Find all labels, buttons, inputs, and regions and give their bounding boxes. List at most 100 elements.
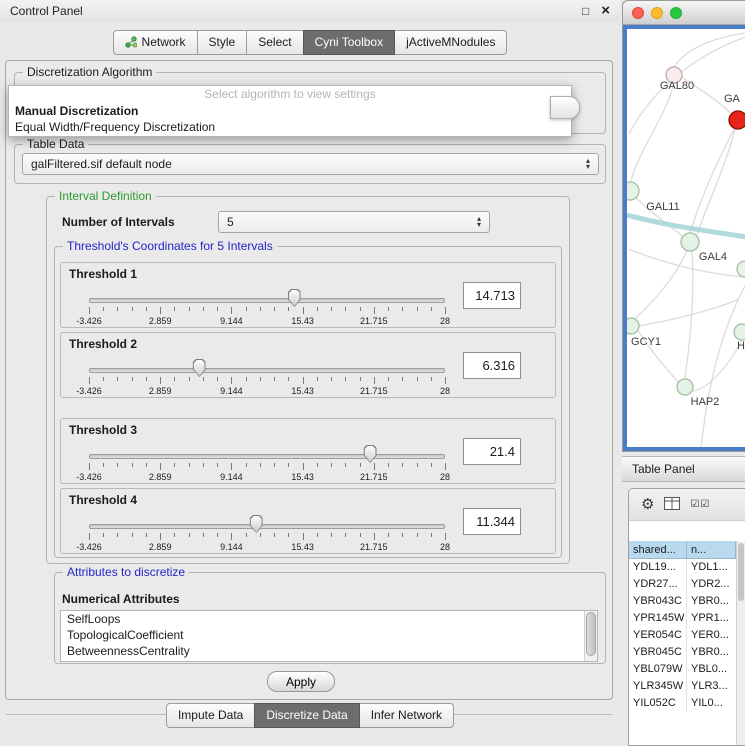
threshold-value-field[interactable]: 6.316 xyxy=(463,352,521,379)
close-icon[interactable]: × xyxy=(601,5,610,17)
slider-handle[interactable] xyxy=(193,359,206,377)
minimize-traffic-light-icon[interactable] xyxy=(651,7,663,19)
threshold-slider[interactable]: -3.4262.8599.14415.4321.71528 xyxy=(89,287,445,327)
network-node[interactable] xyxy=(737,261,745,277)
slider-handle[interactable] xyxy=(250,515,263,533)
table-row[interactable]: YER054CYER0... xyxy=(629,627,736,644)
slider-scale-label: -3.426 xyxy=(76,472,102,482)
numerical-attributes-list[interactable]: SelfLoopsTopologicalCoefficientBetweenne… xyxy=(60,610,598,662)
algorithm-combobox[interactable] xyxy=(550,96,580,119)
tick-mark xyxy=(317,377,318,381)
network-node[interactable] xyxy=(681,233,699,251)
network-edge[interactable] xyxy=(629,249,745,277)
threshold-label: Threshold 2 xyxy=(69,337,137,351)
tick-mark xyxy=(146,463,147,467)
close-traffic-light-icon[interactable] xyxy=(632,7,644,19)
slider-scale-label: 15.43 xyxy=(291,386,314,396)
threshold-value-field[interactable]: 21.4 xyxy=(463,438,521,465)
tick-mark xyxy=(388,377,389,381)
tick-mark xyxy=(217,377,218,381)
threshold-slider[interactable]: -3.4262.8599.14415.4321.71528 xyxy=(89,443,445,483)
tick-mark xyxy=(345,377,346,381)
tick-mark xyxy=(246,377,247,381)
tab-network[interactable]: Network xyxy=(113,30,198,55)
tab-style[interactable]: Style xyxy=(197,30,248,55)
slider-handle[interactable] xyxy=(288,289,301,307)
network-icon xyxy=(125,36,137,48)
network-edge[interactable] xyxy=(693,340,742,391)
table-row[interactable]: YPR145WYPR1... xyxy=(629,610,736,627)
network-window: GAL80GAGAL11GAL4GCY1HAP2H xyxy=(622,0,745,452)
checkbox-icons[interactable]: ☑☑ xyxy=(690,499,710,510)
table-scrollbar[interactable] xyxy=(736,541,745,745)
dropdown-option-equal-width-frequency[interactable]: Equal Width/Frequency Discretization xyxy=(9,119,571,135)
column-header-shared-name[interactable]: shared... xyxy=(629,541,687,559)
table-row[interactable]: YLR345WYLR3... xyxy=(629,678,736,695)
tab-discretize-data[interactable]: Discretize Data xyxy=(254,703,359,728)
zoom-traffic-light-icon[interactable] xyxy=(670,7,682,19)
node-label: H xyxy=(737,340,745,352)
interval-count-spinner[interactable]: 5 ▴▾ xyxy=(218,211,490,233)
float-window-icon[interactable]: □ xyxy=(582,4,589,18)
network-node[interactable] xyxy=(734,324,745,340)
threshold-value-field[interactable]: 14.713 xyxy=(463,282,521,309)
slider-handle[interactable] xyxy=(364,445,377,463)
tab-select[interactable]: Select xyxy=(246,30,303,55)
table-row[interactable]: YBL079WYBL0... xyxy=(629,661,736,678)
attribute-item[interactable]: SelfLoops xyxy=(61,611,597,627)
table-cell: YBR0... xyxy=(687,593,736,610)
gear-icon[interactable]: ⚙ xyxy=(641,497,654,512)
tab-impute-data[interactable]: Impute Data xyxy=(166,703,255,728)
table-row[interactable]: YDR27...YDR2... xyxy=(629,576,736,593)
dropdown-option-manual-discretization[interactable]: Manual Discretization xyxy=(9,103,571,119)
tab-jactivemnodules[interactable]: jActiveMNodules xyxy=(394,30,507,55)
tab-cyni-toolbox[interactable]: Cyni Toolbox xyxy=(303,30,395,55)
numerical-attributes-label: Numerical Attributes xyxy=(62,592,180,606)
bottom-tab-bar: Impute Data Discretize Data Infer Network xyxy=(0,703,620,728)
network-node[interactable] xyxy=(627,182,639,200)
attributes-scrollbar[interactable] xyxy=(584,611,597,661)
attribute-item[interactable]: TopologicalCoefficient xyxy=(61,627,597,643)
network-node[interactable] xyxy=(729,111,745,129)
tick-mark xyxy=(417,463,418,467)
network-edge[interactable] xyxy=(631,83,674,181)
network-edge[interactable] xyxy=(701,284,745,447)
table-data-combobox[interactable]: galFiltered.sif default node ▴▾ xyxy=(22,153,599,175)
tab-label: Style xyxy=(209,35,236,49)
table-panel-header[interactable]: Table Panel xyxy=(622,456,745,482)
interval-count-value: 5 xyxy=(227,215,477,229)
table-row[interactable]: YBR045CYBR0... xyxy=(629,644,736,661)
tick-mark xyxy=(189,533,190,537)
table-panel-window: ⚙ ☑☑ shared...n...YDL19...YDL1...YDR27..… xyxy=(628,488,745,746)
table-row[interactable]: YIL052CYIL0... xyxy=(629,695,736,712)
slider-scale-label: 2.859 xyxy=(149,316,172,326)
scrollbar-thumb[interactable] xyxy=(738,543,744,601)
apply-button[interactable]: Apply xyxy=(267,671,335,692)
threshold-slider[interactable]: -3.4262.8599.14415.4321.71528 xyxy=(89,513,445,553)
tab-infer-network[interactable]: Infer Network xyxy=(359,703,454,728)
network-node[interactable] xyxy=(677,379,693,395)
network-edge[interactable] xyxy=(697,129,735,235)
attribute-item[interactable]: BetweennessCentrality xyxy=(61,643,597,659)
network-edge[interactable] xyxy=(690,127,735,233)
column-header-name[interactable]: n... xyxy=(687,541,736,559)
network-edge[interactable] xyxy=(674,33,745,67)
tick-mark xyxy=(417,377,418,381)
tick-mark xyxy=(274,307,275,311)
threshold-slider[interactable]: -3.4262.8599.14415.4321.71528 xyxy=(89,357,445,397)
network-view[interactable]: GAL80GAGAL11GAL4GCY1HAP2H xyxy=(627,29,745,447)
columns-icon[interactable] xyxy=(664,497,680,513)
network-edge[interactable] xyxy=(639,299,739,326)
tick-mark xyxy=(117,463,118,467)
spinner-arrows-icon[interactable]: ▴▾ xyxy=(477,216,481,228)
table-row[interactable]: YBR043CYBR0... xyxy=(629,593,736,610)
table-cell: YIL0... xyxy=(687,695,736,712)
threshold-value-field[interactable]: 11.344 xyxy=(463,508,521,535)
tick-mark xyxy=(231,463,232,470)
network-node[interactable] xyxy=(627,318,639,334)
tick-mark xyxy=(445,463,446,470)
table-row[interactable]: YDL19...YDL1... xyxy=(629,559,736,576)
slider-scale-label: 21.715 xyxy=(360,386,388,396)
tab-label: Discretize Data xyxy=(266,708,347,722)
scrollbar-thumb[interactable] xyxy=(586,612,596,656)
